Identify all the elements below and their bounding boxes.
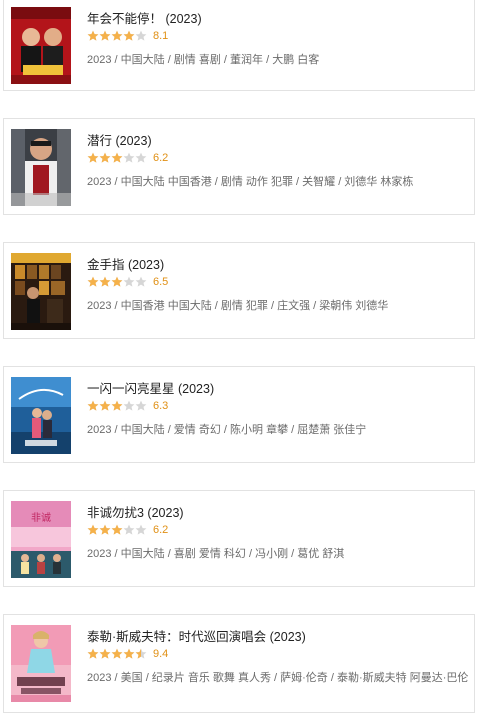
rating: 6.5 [87,275,168,289]
star-icon-full [99,524,111,535]
star-icon-full [99,648,111,659]
star-icon-empty [135,152,147,163]
movie-meta: 2023 / 中国大陆 / 剧情 喜剧 / 董润年 / 大鹏 白客 [87,54,320,66]
rating-score: 6.5 [153,276,169,288]
movie-meta: 2023 / 美国 / 纪录片 音乐 歌舞 真人秀 / 萨姆·伦奇 / 泰勒·斯… [87,672,469,684]
rating-score: 6.2 [153,524,169,536]
star-icon-full [123,30,135,41]
movie-poster[interactable] [11,129,71,206]
star-icon-full [99,30,111,41]
star-icon-full [87,152,99,163]
rating: 6.2 [87,523,168,537]
star-icon-full [87,276,99,287]
star-icon-full [87,524,99,535]
movie-poster[interactable] [11,7,71,84]
star-icon-half [135,648,147,659]
star-icon-full [111,400,123,411]
movie-title[interactable]: 一闪一闪亮星星 (2023) [87,378,214,397]
movie-meta: 2023 / 中国大陆 / 喜剧 爱情 科幻 / 冯小刚 / 葛优 舒淇 [87,548,345,560]
movie-card[interactable]: 年会不能停！ (2023) 8.1 2023 / 中国大陆 / 剧情 喜剧 / … [3,0,475,91]
rating-score: 6.2 [153,152,169,164]
rating: 6.3 [87,399,168,413]
star-icon-full [99,152,111,163]
star-rating [87,648,147,660]
star-rating [87,400,147,412]
movie-card[interactable]: 潜行 (2023) 6.2 2023 / 中国大陆 中国香港 / 剧情 动作 犯… [3,118,475,215]
star-icon-empty [123,152,135,163]
star-rating [87,152,147,164]
rating: 9.4 [87,647,168,661]
star-icon-empty [123,400,135,411]
star-icon-full [87,648,99,659]
movie-card[interactable]: 金手指 (2023) 6.5 2023 / 中国香港 中国大陆 / 剧情 犯罪 … [3,242,475,339]
star-icon-empty [135,400,147,411]
rating: 8.1 [87,29,168,43]
movie-card[interactable]: 一闪一闪亮星星 (2023) 6.3 2023 / 中国大陆 / 爱情 奇幻 /… [3,366,475,463]
star-icon-full [111,276,123,287]
movie-meta: 2023 / 中国大陆 / 爱情 奇幻 / 陈小明 章攀 / 屈楚萧 张佳宁 [87,424,367,436]
rating-score: 8.1 [153,30,169,42]
star-icon-empty [135,276,147,287]
movie-title[interactable]: 金手指 (2023) [87,254,164,273]
star-icon-full [111,524,123,535]
movie-title[interactable]: 泰勒·斯威夫特：时代巡回演唱会 (2023) [87,626,306,645]
star-icon-full [123,648,135,659]
star-icon-full [99,276,111,287]
star-icon-full [99,400,111,411]
movie-card[interactable]: 非诚 非诚勿扰3 (2023) 6.2 2023 / 中国大陆 / 喜剧 爱情 … [3,490,475,587]
rating-score: 9.4 [153,648,169,660]
movie-title[interactable]: 潜行 (2023) [87,130,152,149]
rating-score: 6.3 [153,400,169,412]
movie-poster[interactable] [11,377,71,454]
star-icon-empty [123,524,135,535]
star-icon-full [87,30,99,41]
movie-meta: 2023 / 中国大陆 中国香港 / 剧情 动作 犯罪 / 关智耀 / 刘德华 … [87,176,414,188]
star-icon-empty [123,276,135,287]
star-rating [87,276,147,288]
movie-title[interactable]: 年会不能停！ (2023) [87,8,202,27]
star-icon-full [87,400,99,411]
star-icon-full [111,648,123,659]
star-rating [87,524,147,536]
movie-poster[interactable] [11,625,71,702]
star-icon-full [111,152,123,163]
movie-title[interactable]: 非诚勿扰3 (2023) [87,502,184,521]
rating: 6.2 [87,151,168,165]
star-rating [87,30,147,42]
movie-meta: 2023 / 中国香港 中国大陆 / 剧情 犯罪 / 庄文强 / 梁朝伟 刘德华 [87,300,389,312]
star-icon-empty [135,524,147,535]
svg-text:非诚: 非诚 [31,512,51,524]
movie-poster[interactable] [11,253,71,330]
star-icon-empty [135,30,147,41]
star-icon-full [111,30,123,41]
movie-poster[interactable]: 非诚 [11,501,71,578]
movie-card[interactable]: 泰勒·斯威夫特：时代巡回演唱会 (2023) 9.4 2023 / 美国 / 纪… [3,614,475,713]
